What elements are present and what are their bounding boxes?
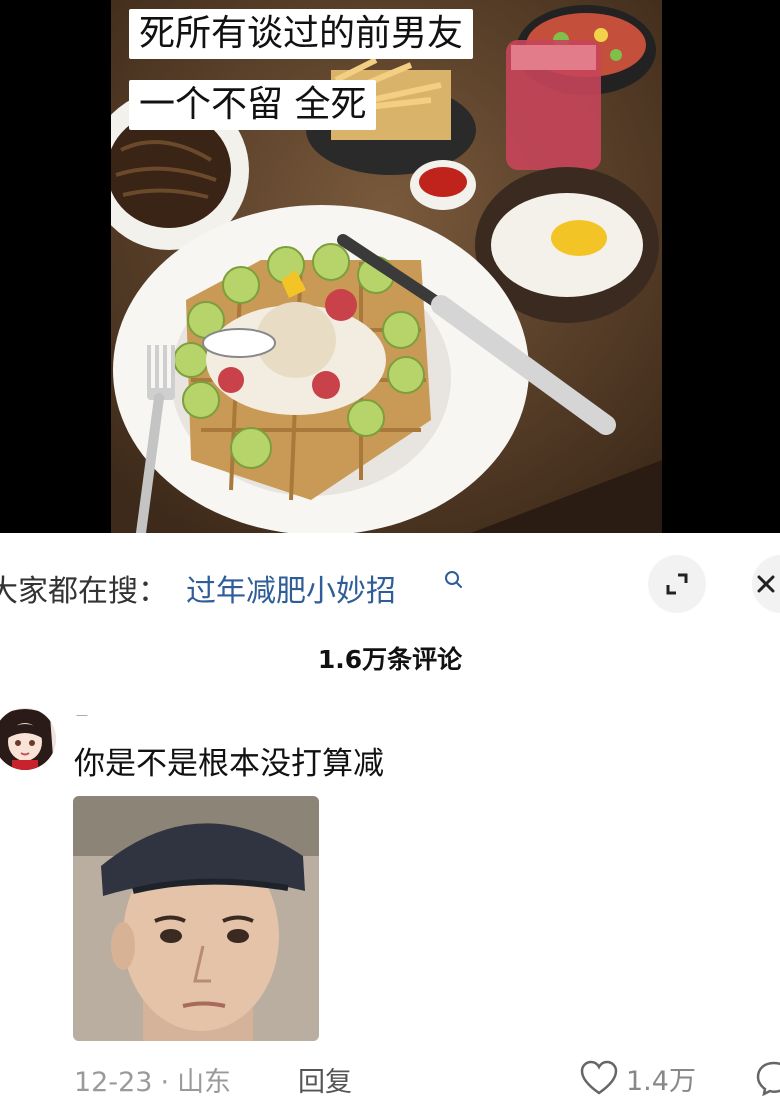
expand-icon [666,573,688,595]
like-count: 1.4万 [626,1065,696,1097]
meta-separator: · [160,1067,170,1098]
comment-location: 山东 [177,1067,232,1098]
comment-count-header: 1.6万条评论 [317,645,463,674]
comment-text: 你是不是根本没打算减 [74,746,384,782]
comment-date: 12-23 [74,1067,153,1098]
man-face-photo [73,796,319,1041]
search-icon [445,571,462,588]
like-button[interactable]: 1.4万 [580,1058,696,1098]
comment-icon [756,1061,780,1096]
comment-meta: 12-23 · 山东 [74,1060,231,1099]
comment-bubble-icon[interactable] [756,1060,780,1096]
comment-attached-image[interactable] [73,796,319,1041]
close-icon [757,575,775,593]
video-caption-line2: 一个不留 全死 [129,80,377,130]
video-player[interactable]: 死所有谈过的前男友 一个不留 全死 [0,0,780,533]
video-caption-line1: 死所有谈过的前男友 [129,9,474,59]
expand-button[interactable] [648,555,706,613]
search-suggestion-prefix: 大家都在搜： [0,574,168,609]
heart-icon [580,1060,618,1095]
anime-avatar-image [0,708,56,770]
search-suggestion-link[interactable]: 过年减肥小妙招 [186,566,396,610]
comment-username[interactable]: 一 [76,707,88,724]
avatar[interactable] [0,708,56,770]
reply-button[interactable]: 回复 [298,1060,352,1099]
